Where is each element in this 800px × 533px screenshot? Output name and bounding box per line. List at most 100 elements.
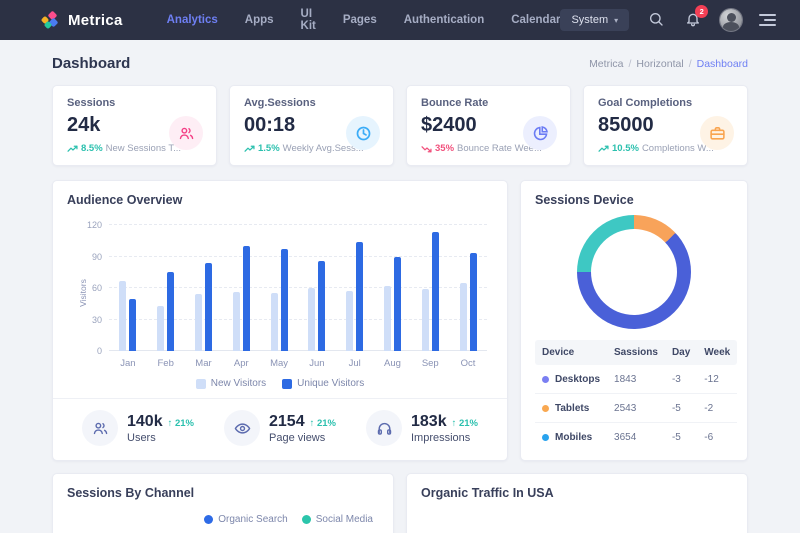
legend-item-organic-search[interactable]: Organic Search [204, 514, 287, 525]
legend-item-unique-visitors[interactable]: Unique Visitors [282, 378, 364, 389]
device-sessions: 1843 [607, 365, 665, 394]
sessions-device-card: Sessions Device DeviceSassionsDayWeek De… [520, 180, 748, 461]
search-icon [648, 11, 664, 30]
usa-map: + [407, 512, 747, 533]
system-dropdown[interactable]: System ▾ [560, 9, 629, 31]
bar-unique-visitors [356, 242, 363, 351]
nav-item-ui-kit[interactable]: UI Kit [301, 8, 316, 32]
legend-item-social-media[interactable]: Social Media [302, 514, 373, 525]
mini-stat-impressions: 183k ↑ 21% Impressions [366, 410, 478, 446]
bar-unique-visitors [470, 253, 477, 351]
mini-stat-delta: ↑ 21% [452, 418, 478, 429]
brand-logo[interactable]: Metrica [42, 11, 123, 29]
breadcrumb-link-horizontal[interactable]: Horizontal [636, 58, 683, 70]
audience-overview-title: Audience Overview [67, 193, 493, 207]
breadcrumb-link-dashboard[interactable]: Dashboard [697, 58, 748, 70]
chart-y-axis-label: Visitors [78, 279, 88, 307]
bar-group-apr: Apr [233, 225, 250, 351]
mini-stat-value: 140k [127, 413, 163, 431]
user-avatar[interactable] [720, 9, 742, 31]
mini-stat-label: Users [127, 432, 194, 444]
stat-card-label: Avg.Sessions [244, 97, 379, 109]
nav-item-authentication[interactable]: Authentication [404, 14, 485, 26]
x-tick-label: Jan [120, 358, 135, 369]
notification-badge: 2 [695, 5, 708, 18]
organic-traffic-card: Organic Traffic In USA + [406, 473, 748, 533]
bar-unique-visitors [167, 272, 174, 351]
x-tick-label: May [270, 358, 288, 369]
stat-card-label: Sessions [67, 97, 202, 109]
bar-new-visitors [195, 294, 202, 351]
top-navbar: Metrica Analytics Apps UI Kit Pages Authenti… [0, 0, 800, 40]
metrica-logo-icon [42, 11, 60, 29]
trend-up-icon [244, 145, 255, 153]
stat-card-desc: Completions W... [642, 143, 714, 154]
mini-stat-delta: ↑ 21% [310, 418, 336, 429]
bar-new-visitors [119, 281, 126, 351]
x-tick-label: Mar [195, 358, 211, 369]
legend-label: Unique Visitors [297, 378, 364, 389]
notifications-button[interactable]: 2 [683, 9, 703, 32]
stat-cards-row: Sessions24k8.5%New Sessions T... Avg.Sess… [52, 85, 748, 166]
device-table-header-week: Week [697, 340, 737, 365]
bar-unique-visitors [205, 263, 212, 351]
x-tick-label: Jun [309, 358, 324, 369]
eye-icon [224, 410, 260, 446]
channel-chart-legend: Organic Search Social Media [67, 514, 379, 525]
breadcrumb-link-metrica[interactable]: Metrica [589, 58, 623, 70]
search-button[interactable] [646, 9, 666, 32]
legend-item-new-visitors[interactable]: New Visitors [196, 378, 266, 389]
bar-unique-visitors [281, 249, 288, 351]
mini-stat-value: 183k [411, 413, 447, 431]
x-tick-label: Feb [158, 358, 174, 369]
nav-item-apps[interactable]: Apps [245, 14, 274, 26]
menu-toggle-button[interactable] [759, 14, 776, 26]
device-sessions: 3654 [607, 423, 665, 452]
y-tick-label: 120 [87, 220, 102, 230]
bar-group-jun: Jun [308, 225, 325, 351]
users-icon [169, 116, 203, 150]
page-title: Dashboard [52, 55, 130, 72]
nav-item-pages[interactable]: Pages [343, 14, 377, 26]
legend-swatch [282, 379, 292, 389]
audience-overview-chart: Visitors 0306090120JanFebMarAprMayJunJul… [75, 221, 491, 373]
stat-card-sessions: Sessions24k8.5%New Sessions T... [52, 85, 217, 166]
bar-unique-visitors [394, 257, 401, 352]
y-tick-label: 60 [92, 283, 102, 293]
table-row-tablets: Tablets2543-5-2 [535, 394, 737, 423]
stat-card-percent: 1.5% [258, 143, 280, 154]
sessions-device-title: Sessions Device [535, 193, 733, 207]
bar-group-aug: Aug [384, 225, 401, 351]
sessions-by-channel-title: Sessions By Channel [67, 486, 379, 500]
briefcase-icon [700, 116, 734, 150]
sessions-by-channel-card: Sessions By Channel Organic Search Social… [52, 473, 394, 533]
mini-stat-label: Impressions [411, 432, 478, 444]
stat-card-percent: 8.5% [81, 143, 103, 154]
device-week: -12 [697, 365, 737, 394]
breadcrumb-separator: / [689, 58, 692, 70]
stat-card-bounce-rate: Bounce Rate$240035%Bounce Rate Wee... [406, 85, 571, 166]
legend-label: Organic Search [218, 514, 287, 525]
breadcrumb-separator: / [629, 58, 632, 70]
pie-icon [523, 116, 557, 150]
bar-group-sep: Sep [422, 225, 439, 351]
table-row-desktops: Desktops1843-3-12 [535, 365, 737, 394]
y-tick-label: 90 [92, 252, 102, 262]
audience-overview-card: Audience Overview Visitors 0306090120Jan… [52, 180, 508, 461]
clock-icon [346, 116, 380, 150]
device-week: -2 [697, 394, 737, 423]
mini-stat-value: 2154 [269, 413, 305, 431]
nav-item-analytics[interactable]: Analytics [167, 14, 218, 26]
y-tick-label: 30 [92, 315, 102, 325]
device-day: -5 [665, 394, 697, 423]
device-table-header-device: Device [535, 340, 607, 365]
stat-card-label: Bounce Rate [421, 97, 556, 109]
bar-series: JanFebMarAprMayJunJulAugSepOct [109, 225, 487, 351]
bar-group-feb: Feb [157, 225, 174, 351]
bar-group-may: May [271, 225, 288, 351]
bar-group-oct: Oct [460, 225, 477, 351]
breadcrumb: Metrica / Horizontal / Dashboard [589, 58, 748, 70]
trend-up-icon [598, 145, 609, 153]
chevron-down-icon: ▾ [614, 16, 618, 25]
nav-item-calendar[interactable]: Calendar [511, 14, 560, 26]
